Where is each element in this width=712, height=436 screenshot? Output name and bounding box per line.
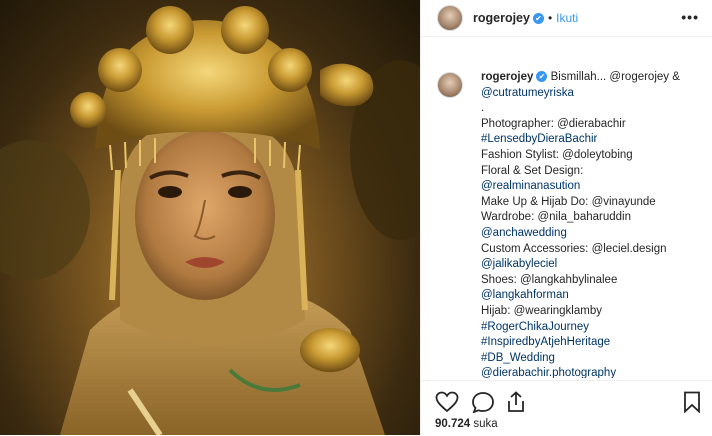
caption-line: rogerojey ✔ Bismillah... @rogerojey & <box>481 70 701 86</box>
caption-hashtag[interactable]: #RogerChikaJourney <box>481 320 701 336</box>
caption-link[interactable]: @realminanasution <box>481 179 701 195</box>
caption-hashtag[interactable]: #LensedbyDieraBachir <box>481 132 701 148</box>
caption-hashtag[interactable]: #InspiredbyAtjehHeritage <box>481 335 701 351</box>
caption-line: . <box>481 102 485 115</box>
caption-text: rogerojey ✔ Bismillah... @rogerojey & @cu… <box>481 70 701 378</box>
post-side-panel: rogerojey ✔ • Ikuti ••• rogerojey ✔ Bismi… <box>420 0 712 435</box>
caption-line: Shoes: @langkahbylinalee <box>481 273 618 286</box>
caption-link[interactable]: @dierabachir.photography <box>481 366 701 378</box>
separator-dot: • <box>547 11 553 25</box>
caption-link[interactable]: @langkahforman <box>481 288 701 304</box>
caption-link[interactable]: @anchawedding <box>481 226 701 242</box>
likes-number: 90.724 <box>435 418 471 430</box>
caption-link[interactable]: @jalikabyleciel <box>481 257 701 273</box>
caption-line: Custom Accessories: @leciel.design <box>481 242 667 255</box>
verified-badge-icon: ✔ <box>536 71 548 83</box>
share-icon[interactable] <box>505 391 527 413</box>
more-options-icon[interactable]: ••• <box>681 9 699 25</box>
verified-badge-icon: ✔ <box>532 12 544 24</box>
heart-icon[interactable] <box>435 391 459 413</box>
caption-line: Fashion Stylist: @doleytobing <box>481 148 633 161</box>
caption-line-text: Bismillah... @rogerojey & <box>550 71 680 83</box>
comment-icon[interactable] <box>471 391 495 413</box>
likes-suffix: suka <box>473 418 498 430</box>
caption-line: Photographer: @dierabachir <box>481 117 626 130</box>
post-photo[interactable] <box>0 0 420 435</box>
follow-button[interactable]: Ikuti <box>556 11 578 25</box>
caption-link[interactable]: @cutratumeyriska <box>481 86 701 102</box>
bookmark-icon[interactable] <box>683 391 701 413</box>
caption-line: Wardrobe: @nila_baharuddin <box>481 211 631 224</box>
header-username[interactable]: rogerojey <box>473 11 530 25</box>
post-header: rogerojey ✔ • Ikuti ••• <box>421 0 712 37</box>
caption-username[interactable]: rogerojey <box>481 71 533 83</box>
caption-avatar[interactable] <box>437 72 463 98</box>
avatar[interactable] <box>437 5 463 31</box>
caption-line: Floral & Set Design: <box>481 164 584 177</box>
caption-hashtag[interactable]: #DB_Wedding <box>481 351 701 367</box>
caption-line: Make Up & Hijab Do: @vinayunde <box>481 195 656 208</box>
bride-portrait-image <box>0 6 420 435</box>
caption-area: rogerojey ✔ Bismillah... @rogerojey & @cu… <box>421 58 712 378</box>
caption-line: Hijab: @wearingklamby <box>481 304 602 317</box>
likes-count[interactable]: 90.724 suka <box>435 418 498 430</box>
